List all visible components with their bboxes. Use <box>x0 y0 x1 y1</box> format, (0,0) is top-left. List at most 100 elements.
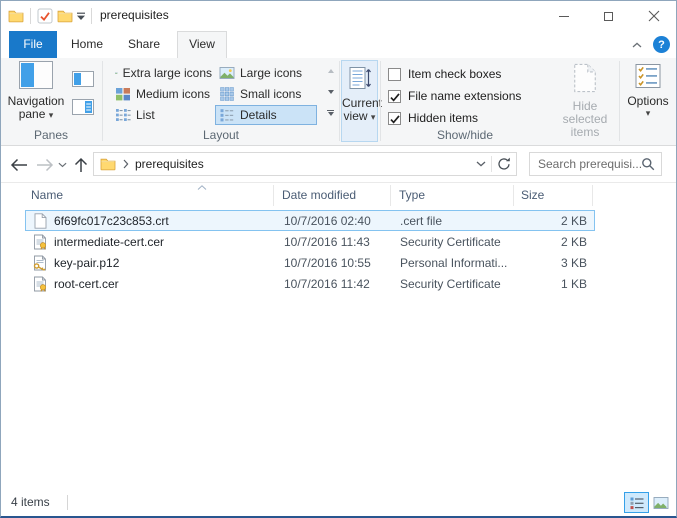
current-view-icon <box>349 66 371 90</box>
breadcrumb[interactable]: prerequisites <box>135 157 204 171</box>
panes-group-label: Panes <box>1 128 101 142</box>
details-view-toggle[interactable] <box>624 492 649 513</box>
layout-details[interactable]: Details <box>215 105 317 125</box>
column-header-type[interactable]: Type <box>399 183 425 208</box>
file-name: 6f69fc017c23c853.crt <box>54 211 169 232</box>
back-button[interactable] <box>7 155 31 175</box>
checkbox <box>388 90 401 103</box>
file-type: Personal Informati... <box>400 253 507 274</box>
options-icon <box>635 63 661 89</box>
file-name-extensions-checkbox[interactable]: File name extensions <box>388 88 521 104</box>
address-bar[interactable]: prerequisites <box>93 152 517 176</box>
options-caret: ▾ <box>625 108 671 119</box>
properties-button[interactable] <box>35 7 55 25</box>
picture-icon <box>219 65 235 81</box>
layout-large-icons[interactable]: Large icons <box>215 63 317 83</box>
forward-button[interactable] <box>33 155 57 175</box>
hide-selected-label: Hide selected items <box>553 100 617 139</box>
column-separator[interactable] <box>592 185 593 206</box>
customize-qat-icon[interactable] <box>75 7 87 25</box>
search-icon <box>641 157 655 171</box>
file-icon <box>32 213 48 229</box>
thumbnails-view-toggle[interactable] <box>648 492 673 513</box>
chevron-up-icon <box>632 42 642 48</box>
file-name: key-pair.p12 <box>54 253 119 274</box>
small-grid-icon <box>219 86 235 102</box>
triangle-up-icon <box>328 69 334 73</box>
layout-scroll-down-button[interactable] <box>324 85 337 99</box>
item-count: 4 items <box>11 490 50 516</box>
ribbon-tab-row: File Home Share View ? <box>1 31 676 58</box>
preview-pane-icon <box>72 71 94 87</box>
hide-selected-icon <box>571 63 599 93</box>
navigation-toolbar: prerequisites Search prerequisi... <box>1 146 676 183</box>
column-header-size[interactable]: Size <box>521 183 544 208</box>
refresh-icon <box>497 157 511 171</box>
help-button[interactable]: ? <box>653 36 670 53</box>
check-icon <box>390 93 400 102</box>
table-row[interactable]: 6f69fc017c23c853.crt 10/7/2016 02:40 .ce… <box>25 210 595 231</box>
column-separator[interactable] <box>513 185 514 206</box>
tab-view[interactable]: View <box>177 31 227 58</box>
status-bar: 4 items <box>1 490 676 516</box>
column-separator[interactable] <box>273 185 274 206</box>
qat-separator <box>91 8 92 24</box>
navigation-pane-button[interactable]: Navigation pane ▾ <box>7 61 65 122</box>
tab-file[interactable]: File <box>9 31 57 58</box>
group-separator <box>619 61 620 141</box>
navigation-pane-label: Navigation pane ▾ <box>7 95 65 122</box>
file-type: .cert file <box>400 211 442 232</box>
layout-extra-large-icons[interactable]: Extra large icons <box>111 63 213 83</box>
file-icon <box>32 234 48 250</box>
details-pane-icon <box>72 99 94 115</box>
item-check-boxes-checkbox[interactable]: Item check boxes <box>388 66 501 82</box>
refresh-button[interactable] <box>492 153 516 175</box>
layout-more-button[interactable] <box>324 106 337 120</box>
current-view-button[interactable]: Current view ▾ <box>341 60 378 142</box>
showhide-group-label: Show/hide <box>381 128 549 142</box>
options-button[interactable]: Options ▾ <box>625 61 671 119</box>
current-view-label: Current view ▾ <box>342 97 377 124</box>
hidden-items-checkbox[interactable]: Hidden items <box>388 110 478 126</box>
column-separator[interactable] <box>390 185 391 206</box>
close-button[interactable] <box>631 1 676 31</box>
back-arrow-icon <box>10 158 28 172</box>
layout-scroll-up-button[interactable] <box>324 64 337 78</box>
file-date-modified: 10/7/2016 11:42 <box>284 274 370 295</box>
close-icon <box>648 10 660 22</box>
file-size: 1 KB <box>561 274 587 295</box>
picture-icon <box>115 65 118 81</box>
layout-list[interactable]: List <box>111 105 213 125</box>
layout-small-icons[interactable]: Small icons <box>215 84 317 104</box>
options-label: Options <box>625 95 671 108</box>
preview-pane-button[interactable] <box>70 68 96 90</box>
table-row[interactable]: intermediate-cert.cer 10/7/2016 11:43 Se… <box>25 231 595 252</box>
search-input[interactable]: Search prerequisi... <box>529 152 662 176</box>
column-header-name[interactable]: Name <box>31 183 63 208</box>
chevron-down-icon <box>476 161 486 167</box>
details-pane-button[interactable] <box>70 96 96 118</box>
recent-locations-button[interactable] <box>55 155 69 175</box>
file-name: root-cert.cer <box>54 274 119 295</box>
minimize-ribbon-button[interactable] <box>629 37 645 53</box>
file-date-modified: 10/7/2016 11:43 <box>284 232 370 253</box>
maximize-button[interactable] <box>586 1 631 31</box>
minimize-icon <box>559 16 569 17</box>
app-folder-icon <box>6 7 26 25</box>
file-list: Name Date modified Type Size 6f69fc017c2… <box>1 183 676 491</box>
triangle-down-icon <box>328 112 334 116</box>
tab-share[interactable]: Share <box>117 31 171 58</box>
tab-home[interactable]: Home <box>63 31 111 58</box>
table-row[interactable]: key-pair.p12 10/7/2016 10:55 Personal In… <box>25 252 595 273</box>
layout-medium-icons[interactable]: Medium icons <box>111 84 213 104</box>
minimize-button[interactable] <box>541 1 586 31</box>
up-button[interactable] <box>69 155 93 175</box>
new-folder-button[interactable] <box>55 7 75 25</box>
search-placeholder: Search prerequisi... <box>538 157 641 171</box>
quick-access-toolbar <box>6 7 96 25</box>
table-row[interactable]: root-cert.cer 10/7/2016 11:42 Security C… <box>25 273 595 294</box>
column-header-date-modified[interactable]: Date modified <box>282 183 356 208</box>
thumbnails-view-icon <box>653 496 669 510</box>
file-size: 2 KB <box>561 232 587 253</box>
address-dropdown-button[interactable] <box>471 153 491 175</box>
